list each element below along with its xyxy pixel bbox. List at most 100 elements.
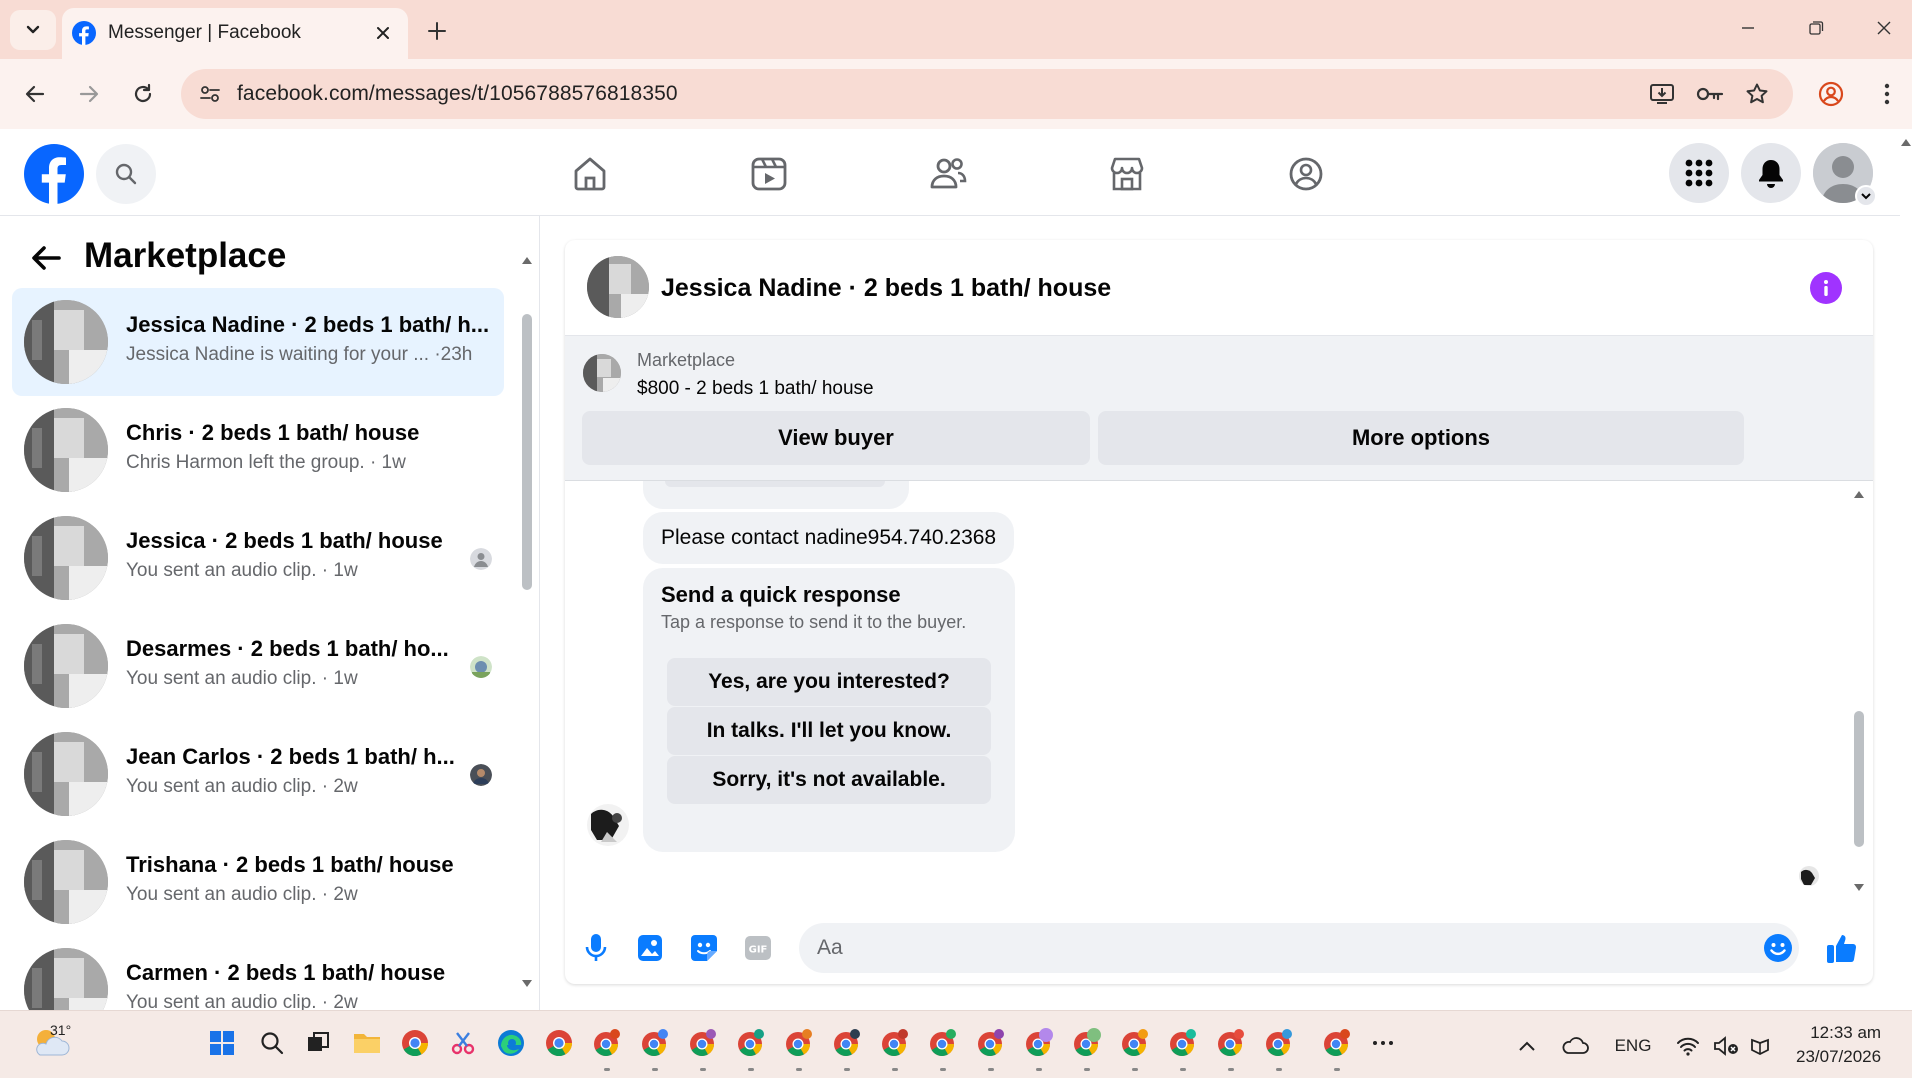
quick-response-not-available-button[interactable]: Sorry, it's not available.	[667, 756, 991, 804]
site-info-button[interactable]	[195, 79, 225, 109]
snipping-tool-button[interactable]	[446, 1026, 480, 1060]
edge-button[interactable]	[494, 1026, 528, 1060]
listing-thumbnail[interactable]	[583, 354, 621, 392]
restore-window-button[interactable]	[1796, 8, 1836, 48]
close-icon	[1877, 21, 1891, 35]
show-hidden-icons-button[interactable]	[1512, 1031, 1542, 1061]
conversation-item[interactable]: Jessica · 2 beds 1 bath/ house You sent …	[12, 504, 504, 612]
message-input[interactable]	[799, 923, 1799, 973]
onedrive-button[interactable]	[1558, 1031, 1592, 1061]
chrome-window-button[interactable]	[1070, 1026, 1104, 1060]
facebook-search-button[interactable]	[96, 144, 156, 204]
chrome-window-button[interactable]	[1262, 1026, 1296, 1060]
chrome-window-button[interactable]	[1166, 1026, 1200, 1060]
emoji-icon[interactable]	[1763, 933, 1793, 963]
nav-friends-button[interactable]	[921, 147, 975, 201]
chat-listing-avatar[interactable]	[587, 256, 649, 318]
received-message-bubble[interactable]: Please contact nadine954.740.2368	[643, 512, 1015, 564]
thread-scroll-up-arrow[interactable]	[1852, 487, 1866, 501]
wifi-button[interactable]	[1672, 1031, 1704, 1061]
start-button[interactable]	[205, 1026, 239, 1060]
chrome-window-button[interactable]	[734, 1026, 768, 1060]
minimize-window-button[interactable]	[1728, 8, 1768, 48]
nav-home-button[interactable]	[563, 147, 617, 201]
nav-gaming-button[interactable]	[1279, 147, 1333, 201]
tab-search-button[interactable]	[10, 10, 56, 50]
install-app-button[interactable]	[1647, 79, 1677, 109]
task-view-button[interactable]	[301, 1026, 335, 1060]
chat-title[interactable]: Jessica Nadine · 2 beds 1 bath/ house	[661, 274, 1111, 303]
chrome-window-button[interactable]	[542, 1026, 576, 1060]
account-menu-chevron[interactable]	[1855, 185, 1877, 207]
reload-button[interactable]	[122, 73, 164, 115]
volume-button[interactable]	[1710, 1031, 1742, 1061]
thread-scroll-down-arrow[interactable]	[1852, 881, 1866, 895]
bookmark-star-button[interactable]	[1742, 79, 1772, 109]
sender-avatar[interactable]	[587, 804, 629, 846]
nav-video-button[interactable]	[742, 147, 796, 201]
chrome-window-button[interactable]	[830, 1026, 864, 1060]
taskbar-search-button[interactable]	[255, 1026, 289, 1060]
back-to-chats-button[interactable]	[26, 238, 66, 278]
chrome-profile-icon	[738, 1029, 764, 1057]
attach-photo-button[interactable]	[633, 931, 667, 965]
facebook-logo-icon[interactable]	[24, 144, 84, 204]
conversation-item[interactable]: Chris · 2 beds 1 bath/ house Chris Harmo…	[12, 396, 504, 504]
sticker-button[interactable]	[687, 931, 721, 965]
forward-button[interactable]	[68, 73, 110, 115]
folder-icon	[354, 1034, 380, 1053]
chrome-window-button[interactable]	[926, 1026, 960, 1060]
conversation-item[interactable]: Jessica Nadine · 2 beds 1 bath/ h... Jes…	[12, 288, 504, 396]
voice-clip-button[interactable]	[579, 931, 613, 965]
tab-close-button[interactable]	[370, 20, 396, 46]
chrome-window-button[interactable]	[590, 1026, 624, 1060]
previous-message-button[interactable]	[665, 481, 885, 487]
conversation-item[interactable]: Jean Carlos · 2 beds 1 bath/ h... You se…	[12, 720, 504, 828]
quick-response-in-talks-button[interactable]: In talks. I'll let you know.	[667, 707, 991, 755]
browser-menu-button[interactable]	[1866, 73, 1908, 115]
file-explorer-button[interactable]	[350, 1026, 384, 1060]
quick-response-yes-button[interactable]: Yes, are you interested?	[667, 658, 991, 706]
chrome-window-button[interactable]	[782, 1026, 816, 1060]
nav-marketplace-button[interactable]	[1100, 147, 1154, 201]
close-window-button[interactable]	[1864, 8, 1904, 48]
chrome-window-button[interactable]	[1320, 1026, 1354, 1060]
url-text[interactable]: facebook.com/messages/t/1056788576818350	[237, 82, 678, 106]
conversation-list-scroll-thumb[interactable]	[522, 314, 532, 590]
new-tab-button[interactable]	[420, 14, 454, 48]
chrome-window-button[interactable]	[1022, 1026, 1056, 1060]
notifications-button[interactable]	[1741, 143, 1801, 203]
profile-menu-button[interactable]	[1810, 73, 1852, 115]
more-apps-button[interactable]	[1366, 1026, 1400, 1060]
input-language-indicator[interactable]: ENG	[1608, 1031, 1658, 1061]
passwords-button[interactable]	[1695, 79, 1725, 109]
taskbar-chrome-button[interactable]	[398, 1026, 432, 1060]
back-button[interactable]	[14, 73, 56, 115]
chrome-window-button[interactable]	[686, 1026, 720, 1060]
chrome-window-button[interactable]	[1118, 1026, 1152, 1060]
view-buyer-button[interactable]: View buyer	[582, 411, 1090, 465]
page-scroll-up-arrow[interactable]	[1900, 136, 1912, 148]
conversation-item[interactable]: Trishana · 2 beds 1 bath/ house You sent…	[12, 828, 504, 936]
read-receipt-avatar	[1799, 866, 1819, 886]
thread-scroll-thumb[interactable]	[1854, 711, 1864, 847]
system-clock[interactable]: 12:33 am 23/07/2026	[1796, 1021, 1881, 1069]
message-thread[interactable]: Please contact nadine954.740.2368 Send a…	[565, 481, 1873, 911]
send-like-button[interactable]	[1823, 929, 1861, 967]
conversation-item[interactable]: Carmen · 2 beds 1 bath/ house You sent a…	[12, 936, 504, 1010]
address-bar[interactable]: facebook.com/messages/t/1056788576818350	[181, 69, 1793, 119]
chrome-window-button[interactable]	[974, 1026, 1008, 1060]
chrome-window-button[interactable]	[638, 1026, 672, 1060]
listing-title[interactable]: $800 - 2 beds 1 bath/ house	[637, 378, 874, 400]
conversation-item[interactable]: Desarmes · 2 beds 1 bath/ ho... You sent…	[12, 612, 504, 720]
browser-tab-messenger[interactable]: Messenger | Facebook	[62, 8, 408, 59]
running-indicator	[1228, 1068, 1234, 1071]
gif-button[interactable]: GIF	[741, 931, 775, 965]
more-options-button[interactable]: More options	[1098, 411, 1744, 465]
menu-apps-button[interactable]	[1669, 143, 1729, 203]
chrome-window-button[interactable]	[1214, 1026, 1248, 1060]
chrome-window-button[interactable]	[878, 1026, 912, 1060]
running-indicator	[1276, 1068, 1282, 1071]
battery-button[interactable]	[1746, 1031, 1778, 1061]
conversation-info-button[interactable]	[1810, 272, 1842, 304]
